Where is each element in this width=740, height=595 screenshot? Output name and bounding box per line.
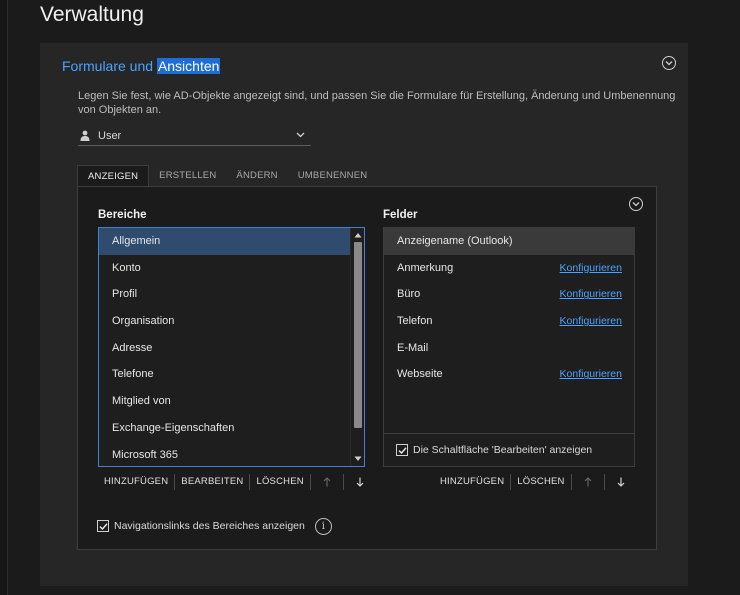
show-edit-button-option: Die Schaltfläche 'Bearbeiten' anzeigen <box>384 433 634 466</box>
areas-toolbar: HINZUFÜGEN BEARBEITEN LÖSCHEN <box>98 473 376 491</box>
field-row[interactable]: Büro Konfigurieren <box>384 281 634 308</box>
panel-header-highlight: Ansichten <box>156 58 221 74</box>
field-name: Telefon <box>397 315 433 328</box>
field-row[interactable]: Telefon Konfigurieren <box>384 308 634 335</box>
delete-field-button[interactable]: LÖSCHEN <box>511 473 570 491</box>
arrow-up-icon <box>323 477 331 487</box>
field-name: Anzeigename (Outlook) <box>397 235 513 247</box>
arrow-down-icon <box>356 477 364 487</box>
chevron-down-icon <box>632 202 640 207</box>
move-field-down-button[interactable] <box>605 473 637 491</box>
field-name: Büro <box>397 288 421 301</box>
tab-umbenennen[interactable]: UMBENENNEN <box>288 165 378 187</box>
scroll-thumb[interactable] <box>354 242 362 428</box>
scroll-down-icon[interactable] <box>354 456 362 462</box>
panel-description: Legen Sie fest, wie AD-Objekte angezeigt… <box>78 90 676 116</box>
tab-bar: ANZEIGEN ERSTELLEN ÄNDERN UMBENENNEN <box>77 165 377 187</box>
field-name: E-Mail <box>397 341 429 354</box>
move-down-button[interactable] <box>344 473 376 491</box>
delete-area-button[interactable]: LÖSCHEN <box>250 473 309 491</box>
page-title: Verwaltung <box>40 3 144 26</box>
object-type-select[interactable]: User <box>78 126 311 146</box>
add-area-button[interactable]: HINZUFÜGEN <box>98 473 174 491</box>
field-row[interactable]: Anzeigename (Outlook) <box>384 228 634 255</box>
move-field-up-button[interactable] <box>572 473 604 491</box>
object-type-value: User <box>98 129 122 142</box>
nav-links-option: Navigationslinks des Bereiches anzeigen … <box>97 516 332 536</box>
list-item[interactable]: Adresse <box>99 335 351 362</box>
panel-collapse-button[interactable] <box>662 56 676 70</box>
fields-list[interactable]: Anzeigename (Outlook) Anmerkung Konfigur… <box>383 227 635 467</box>
list-item[interactable]: Telefone <box>99 361 351 388</box>
info-icon[interactable]: i <box>314 517 332 535</box>
list-item[interactable]: Mitglied von <box>99 388 351 415</box>
field-row[interactable]: Webseite Konfigurieren <box>384 361 634 388</box>
edit-area-button[interactable]: BEARBEITEN <box>175 473 249 491</box>
show-edit-button-label: Die Schaltfläche 'Bearbeiten' anzeigen <box>413 444 593 456</box>
left-rail <box>0 0 8 595</box>
section-collapse-button[interactable] <box>629 197 643 211</box>
chevron-down-icon <box>665 61 673 66</box>
show-edit-button-checkbox[interactable] <box>396 444 408 456</box>
areas-title: Bereiche <box>98 209 147 221</box>
configure-link[interactable]: Konfigurieren <box>560 361 622 388</box>
areas-scrollbar[interactable] <box>350 228 364 466</box>
configure-link[interactable]: Konfigurieren <box>560 281 622 308</box>
list-item[interactable]: Exchange-Eigenschaften <box>99 415 351 442</box>
configure-link[interactable]: Konfigurieren <box>560 255 622 282</box>
arrow-up-icon <box>584 477 591 487</box>
nav-links-checkbox[interactable] <box>97 520 109 532</box>
user-icon <box>80 130 90 141</box>
list-item[interactable]: Konto <box>99 255 351 282</box>
scroll-up-icon[interactable] <box>354 232 362 238</box>
tab-anzeigen[interactable]: ANZEIGEN <box>77 165 150 187</box>
checkmark-icon <box>99 522 108 530</box>
fields-title: Felder <box>383 209 418 221</box>
arrow-down-icon <box>617 477 624 487</box>
areas-list[interactable]: Allgemein Konto Profil Organisation Adre… <box>98 227 365 467</box>
field-row[interactable]: Anmerkung Konfigurieren <box>384 255 634 282</box>
nav-links-label: Navigationslinks des Bereiches anzeigen <box>114 520 305 532</box>
checkmark-icon <box>398 446 407 454</box>
configure-link[interactable]: Konfigurieren <box>560 308 622 335</box>
field-name: Webseite <box>397 368 443 381</box>
fields-toolbar: HINZUFÜGEN LÖSCHEN <box>434 473 637 491</box>
add-field-button[interactable]: HINZUFÜGEN <box>434 473 510 491</box>
panel-header[interactable]: Formulare und Ansichten <box>62 58 221 74</box>
list-item[interactable]: Microsoft 365 <box>99 442 351 467</box>
field-name: Anmerkung <box>397 261 454 274</box>
tab-content: Bereiche Felder Allgemein Konto Profil O… <box>77 186 657 550</box>
panel-header-text: Formulare und <box>62 58 157 74</box>
tab-erstellen[interactable]: ERSTELLEN <box>149 165 226 187</box>
list-item[interactable]: Organisation <box>99 308 351 335</box>
field-row[interactable]: E-Mail <box>384 335 634 362</box>
move-up-button[interactable] <box>311 473 343 491</box>
tab-aendern[interactable]: ÄNDERN <box>226 165 287 187</box>
chevron-down-icon <box>296 132 305 138</box>
list-item[interactable]: Allgemein <box>99 228 351 255</box>
list-item[interactable]: Profil <box>99 281 351 308</box>
forms-views-panel: Formulare und Ansichten Legen Sie fest, … <box>40 43 688 586</box>
